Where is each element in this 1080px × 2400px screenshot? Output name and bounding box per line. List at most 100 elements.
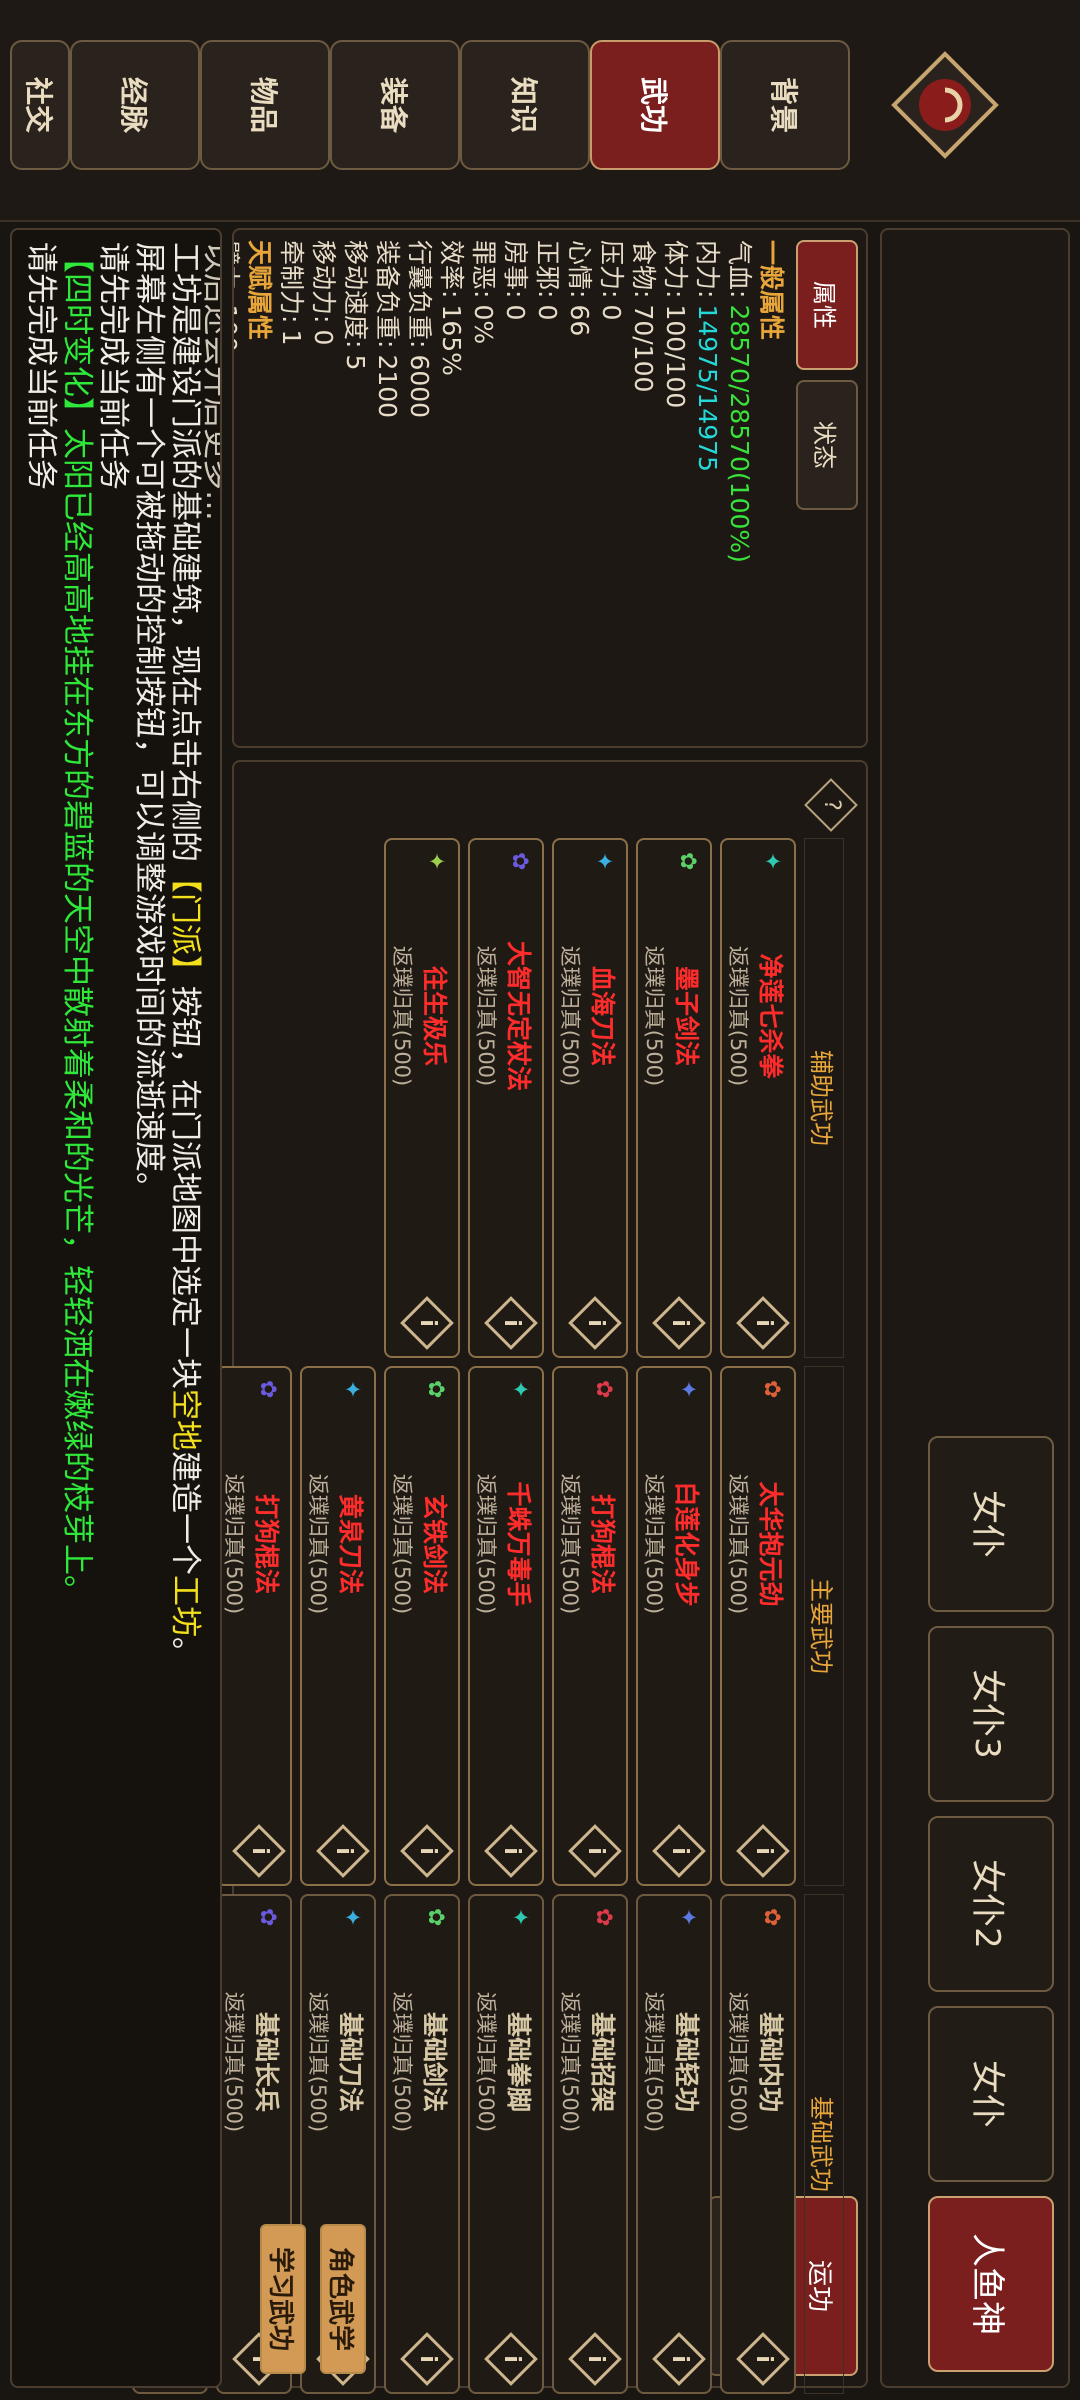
role-arts-button[interactable]: 角色武学 xyxy=(320,2224,366,2374)
character-tab-label: 女仆 xyxy=(967,2060,1008,2128)
info-button[interactable]: i xyxy=(400,1296,454,1350)
skill-level: 返璞归真(500) xyxy=(306,1473,330,1615)
skill-level: 返璞归真(500) xyxy=(306,1991,330,2133)
attribute-label: 罪恶: xyxy=(469,240,498,299)
info-button[interactable]: i xyxy=(652,2332,706,2386)
menu-label: 装备 xyxy=(377,76,410,133)
character-tab[interactable]: 人鱼神 xyxy=(928,2196,1054,2372)
attribute-label: 移动力: xyxy=(309,240,338,324)
info-button[interactable]: i xyxy=(484,1296,538,1350)
info-button[interactable]: i xyxy=(736,1824,790,1878)
attribute-row: 内力: 14975/14975 xyxy=(692,240,722,472)
skill-card[interactable]: ✦ 基础轻功 返璞归真(500) i xyxy=(636,1894,712,2394)
skill-level: 返璞归真(500) xyxy=(390,1473,414,1615)
skill-icon: ✦ xyxy=(759,852,784,871)
info-button[interactable]: i xyxy=(652,1296,706,1350)
skill-card[interactable]: ✦ 往生极乐返璞归真(500) i xyxy=(384,838,460,1358)
skill-level: 返璞归真(500) xyxy=(558,945,582,1087)
log-link-sect[interactable]: 【门派】 xyxy=(167,862,203,986)
tab-label: 状态 xyxy=(810,421,839,469)
character-tab[interactable]: 女仆3 xyxy=(928,1626,1054,1802)
character-tab[interactable]: 女仆 xyxy=(928,1436,1054,1612)
menu-meridians-button[interactable]: 经脉 xyxy=(70,40,200,170)
skill-card[interactable]: ✿ 打狗棍法 返璞归真(500) i xyxy=(216,1366,292,1886)
attribute-value: 165% xyxy=(437,304,466,376)
menu-equipment-button[interactable]: 装备 xyxy=(330,40,460,170)
attribute-row: 罪恶: 0% xyxy=(468,240,498,344)
menu-background-button[interactable]: 背景 xyxy=(720,40,850,170)
skill-level: 返璞归真(500) xyxy=(558,1991,582,2133)
skill-card[interactable]: ✦ 千蛛万毒手 返璞归真(500) i xyxy=(468,1366,544,1886)
skill-level: 返璞归真(500) xyxy=(726,1991,750,2133)
skill-level: 返璞归真(500) xyxy=(390,945,414,1087)
skill-card[interactable]: ✦ 黄泉刀法 返璞归真(500) i xyxy=(300,1366,376,1886)
attribute-label: 效率: xyxy=(437,240,466,299)
skill-card[interactable]: ✦ 血海刀法 返璞归真(500) i xyxy=(552,838,628,1358)
skill-icon: ✿ xyxy=(759,1380,784,1399)
skill-card[interactable]: ✿ 打狗棍法 返璞归真(500) i xyxy=(552,1366,628,1886)
menu-label: 经脉 xyxy=(117,76,150,133)
attribute-row: 气血: 28570/28570(100%) xyxy=(724,240,754,563)
info-button[interactable]: i xyxy=(484,1824,538,1878)
log-text: 请先完成当前任务 xyxy=(23,242,59,490)
game-screen: 背景 武功 知识 装备 物品 经脉 社交 人鱼神 女仆 女仆2 女仆3 女仆 属性 状态… xyxy=(0,0,1080,2400)
skill-name: 黄泉刀法 xyxy=(336,1493,365,1594)
attribute-value: 1 xyxy=(277,329,306,346)
character-tab[interactable]: 女仆 xyxy=(928,2006,1054,2182)
basic-arts-header: 基础武功 xyxy=(804,1894,844,2394)
skill-card[interactable]: ✿ 基础内功 返璞归真(500) i xyxy=(720,1894,796,2394)
skill-icon: ✿ xyxy=(591,1380,616,1399)
menu-social-button[interactable]: 社交 xyxy=(10,40,70,170)
log-text: 按钮，在门派地图中选定一块 xyxy=(167,986,203,1389)
tab-attributes[interactable]: 属性 xyxy=(796,240,858,370)
info-button[interactable]: i xyxy=(232,1824,286,1878)
skill-icon: ✦ xyxy=(507,1380,532,1399)
skill-card[interactable]: ✿ 墨子剑法 返璞归真(500) i xyxy=(636,838,712,1358)
skill-name: 基础拳脚 xyxy=(504,2011,533,2112)
info-button[interactable]: i xyxy=(736,1296,790,1350)
skill-card[interactable]: ✿ 基础招架 返璞归真(500) i xyxy=(552,1894,628,2394)
info-button[interactable]: i xyxy=(568,1824,622,1878)
tab-status[interactable]: 状态 xyxy=(796,380,858,510)
attribute-value: 66 xyxy=(565,304,594,337)
skill-card[interactable]: ✿ 大智无定杖法 返璞归真(500) i xyxy=(468,838,544,1358)
skill-card[interactable]: ✦ 白莲化身步 返璞归真(500) i xyxy=(636,1366,712,1886)
info-button[interactable]: i xyxy=(652,1824,706,1878)
menu-knowledge-button[interactable]: 知识 xyxy=(460,40,590,170)
info-button[interactable]: i xyxy=(316,1824,370,1878)
skill-card[interactable]: ✿ 基础剑法 返璞归真(500) i xyxy=(384,1894,460,2394)
skill-icon: ✿ xyxy=(507,852,532,871)
attribute-row: 行囊负重: 6000 xyxy=(404,240,434,418)
help-icon[interactable]: ? xyxy=(804,778,858,832)
attribute-value: 2100 xyxy=(373,354,402,419)
skill-card[interactable]: ✿ 太华抱元劲 返璞归真(500) i xyxy=(720,1366,796,1886)
menu-martial-arts-button[interactable]: 武功 xyxy=(590,40,720,170)
attribute-row: 移动速度: 5 xyxy=(340,240,370,370)
main-arts-header: 主要武功 xyxy=(804,1366,844,1886)
info-button[interactable]: i xyxy=(400,1824,454,1878)
info-button[interactable]: i xyxy=(736,2332,790,2386)
main-menu-sidebar: 背景 武功 知识 装备 物品 经脉 社交 xyxy=(0,0,1080,222)
message-log[interactable]: 以后还会开启更多… 工坊是建设门派的基础建筑，现在点击右侧的【门派】按钮，在门派… xyxy=(10,228,222,2388)
character-tab[interactable]: 女仆2 xyxy=(928,1816,1054,1992)
attribute-label: 装备负重: xyxy=(373,240,402,349)
info-button[interactable]: i xyxy=(568,2332,622,2386)
sect-emblem-icon[interactable] xyxy=(890,50,1000,160)
skill-card[interactable]: ✿ 玄铁剑法 返璞归真(500) i xyxy=(384,1366,460,1886)
skill-name: 墨子剑法 xyxy=(672,965,701,1066)
button-label: 学习武功 xyxy=(265,2246,296,2351)
learn-arts-button[interactable]: 学习武功 xyxy=(260,2224,306,2374)
skill-name: 往生极乐 xyxy=(420,965,449,1066)
info-button[interactable]: i xyxy=(568,1296,622,1350)
skill-card[interactable]: ✦ 净莲七杀拳 返璞归真(500) i xyxy=(720,838,796,1358)
menu-items-button[interactable]: 物品 xyxy=(200,40,330,170)
attribute-label: 内力: xyxy=(693,240,722,299)
general-attributes-header: 一般属性 xyxy=(757,240,786,341)
skill-name: 大智无定杖法 xyxy=(504,940,533,1091)
info-button[interactable]: i xyxy=(484,2332,538,2386)
log-line: 请先完成当前任务 xyxy=(95,242,131,490)
skill-name: 玄铁剑法 xyxy=(420,1493,449,1594)
skill-card[interactable]: ✦ 基础拳脚 返璞归真(500) i xyxy=(468,1894,544,2394)
info-glyph: i xyxy=(751,2355,776,2363)
info-button[interactable]: i xyxy=(400,2332,454,2386)
